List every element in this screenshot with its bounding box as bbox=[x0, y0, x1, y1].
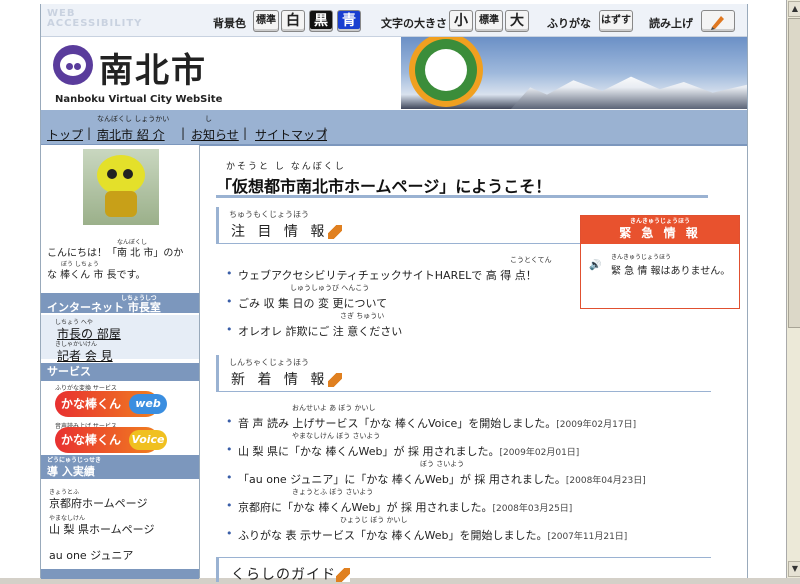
furigana-label: ふりがな bbox=[547, 17, 591, 30]
scroll-up-icon[interactable]: ▲ bbox=[788, 1, 800, 17]
mascot-image bbox=[83, 149, 159, 225]
notice-title: 注 目 情 報 bbox=[231, 224, 329, 240]
news-item-3[interactable]: 「au one ジュニア」に「かな 棒くんWeb」が 採 用されました。[200… bbox=[226, 471, 646, 487]
news-item-5[interactable]: ふりがな 表 示サービス「かな 棒くんWeb」を開始しました。[2007年11月… bbox=[226, 527, 627, 543]
section-implementations: どうにゅうじっせき 導 入実績 bbox=[41, 455, 199, 479]
nav-top[interactable]: トップ bbox=[47, 126, 83, 143]
nav-sitemap[interactable]: サイトマップ bbox=[255, 126, 327, 143]
impl-kyoto[interactable]: 京都府ホームページ bbox=[49, 495, 147, 511]
read-pen-icon[interactable] bbox=[328, 373, 343, 387]
header-banner-image bbox=[401, 37, 747, 109]
font-large-button[interactable]: 大 bbox=[505, 10, 529, 32]
notice-item-garbage[interactable]: ごみ 収 集 日の 変 更について bbox=[226, 295, 387, 311]
scroll-thumb[interactable] bbox=[788, 18, 800, 328]
impl-auone[interactable]: au one ジュニア bbox=[49, 547, 133, 563]
sidebar: なんぼくし こんにちは！「南 北 市」のか ぼう しちょう な 棒くん 市 長で… bbox=[41, 145, 200, 579]
news-header: しんちゃくじょうほう 新 着 情 報 bbox=[216, 355, 711, 392]
welcome-heading: 「仮想都市南北市ホームページ」にようこそ！ bbox=[216, 177, 552, 196]
emergency-body: 緊 急 情 報はありません。 bbox=[611, 266, 731, 277]
news-title: 新 着 情 報 bbox=[231, 372, 329, 388]
font-small-button[interactable]: 小 bbox=[449, 10, 473, 32]
web-accessibility-watermark: WEB ACCESSIBILITY bbox=[47, 8, 143, 29]
notice-item-fraud[interactable]: オレオレ 詐欺にご 注 意ください bbox=[226, 323, 402, 339]
read-pen-icon[interactable] bbox=[328, 225, 343, 239]
read-aloud-button[interactable] bbox=[701, 10, 735, 32]
scroll-down-icon[interactable]: ▼ bbox=[788, 561, 800, 577]
site-name-en: Nanboku Virtual City WebSite bbox=[55, 94, 223, 105]
section-mayor-office: しちょうしつ インターネット 市長室 bbox=[41, 293, 199, 314]
read-aloud-label: 読み上げ bbox=[649, 17, 693, 30]
pen-speaker-icon bbox=[711, 16, 724, 30]
bg-standard-button[interactable]: 標準 bbox=[253, 10, 279, 32]
news-item-2[interactable]: 山 梨 県に「かな 棒くんWeb」が 採 用されました。[2009年02月01日… bbox=[226, 443, 579, 459]
bg-color-label: 背景色 bbox=[213, 17, 246, 30]
nav-news-ruby: し bbox=[205, 115, 212, 123]
kanabou-web-banner[interactable]: かな棒くん web bbox=[55, 391, 167, 417]
site-name[interactable]: 南北市 bbox=[99, 43, 207, 92]
guide-header: くらしのガイド bbox=[216, 557, 711, 583]
site-header: 南北市 Nanboku Virtual City WebSite bbox=[41, 37, 747, 109]
city-logo-icon[interactable] bbox=[53, 45, 93, 85]
kanabou-voice-banner[interactable]: かな棒くん Voice bbox=[55, 427, 167, 453]
link-press-conference[interactable]: 記者 会 見 bbox=[57, 347, 113, 364]
bg-white-button[interactable]: 白 bbox=[281, 10, 305, 32]
emergency-title: 緊 急 情 報 bbox=[619, 226, 701, 240]
mayor-intro: なんぼくし こんにちは！「南 北 市」のか ぼう しちょう な 棒くん 市 長で… bbox=[47, 239, 184, 281]
page: WEB ACCESSIBILITY 背景色 標準 白 黒 青 文字の大きさ 小 … bbox=[40, 4, 748, 583]
speaker-icon[interactable]: 🔊 bbox=[589, 260, 601, 271]
global-nav: トップ | なんぼくし しょうかい 南北市 紹 介 | し お知らせ | サイト… bbox=[41, 110, 747, 146]
impl-yamanashi[interactable]: 山 梨 県ホームページ bbox=[49, 521, 154, 537]
main-content: かそうと し なんぼくし 「仮想都市南北市ホームページ」にようこそ！ ちゅうもく… bbox=[200, 145, 747, 583]
notice-item-harel[interactable]: ウェブアクセシビリティチェックサイトHARELで 高 得 点！ bbox=[226, 267, 537, 283]
bg-black-button[interactable]: 黒 bbox=[309, 10, 333, 32]
welcome-ruby: かそうと し なんぼくし bbox=[226, 162, 346, 172]
nav-intro[interactable]: 南北市 紹 介 bbox=[97, 126, 165, 143]
font-standard-button[interactable]: 標準 bbox=[475, 10, 503, 32]
news-item-4[interactable]: 京都府に「かな 棒くんWeb」が 採 用されました。[2008年03月25日] bbox=[226, 499, 572, 515]
font-size-label: 文字の大きさ bbox=[381, 17, 447, 30]
nav-news[interactable]: お知らせ bbox=[191, 126, 239, 143]
bg-blue-button[interactable]: 青 bbox=[337, 10, 361, 32]
section-service: サービス bbox=[41, 363, 199, 381]
guide-title: くらしのガイド bbox=[231, 567, 336, 583]
heading-rule bbox=[216, 195, 708, 198]
accessibility-toolbar: WEB ACCESSIBILITY 背景色 標準 白 黒 青 文字の大きさ 小 … bbox=[41, 4, 747, 37]
read-pen-icon[interactable] bbox=[336, 568, 350, 582]
news-item-1[interactable]: 音 声 読み 上げサービス「かな 棒くんVoice」を開始しました。[2009年… bbox=[226, 415, 636, 431]
nav-intro-ruby: なんぼくし しょうかい bbox=[97, 115, 170, 123]
vertical-scrollbar[interactable]: ▲ ▼ bbox=[786, 0, 800, 578]
emergency-box: きんきゅうじょうほう緊 急 情 報 🔊 きんきゅうじょうほう 緊 急 情 報はあ… bbox=[580, 215, 740, 309]
furigana-off-button[interactable]: はずす bbox=[599, 10, 633, 32]
browser-viewport: WEB ACCESSIBILITY 背景色 標準 白 黒 青 文字の大きさ 小 … bbox=[0, 0, 787, 583]
